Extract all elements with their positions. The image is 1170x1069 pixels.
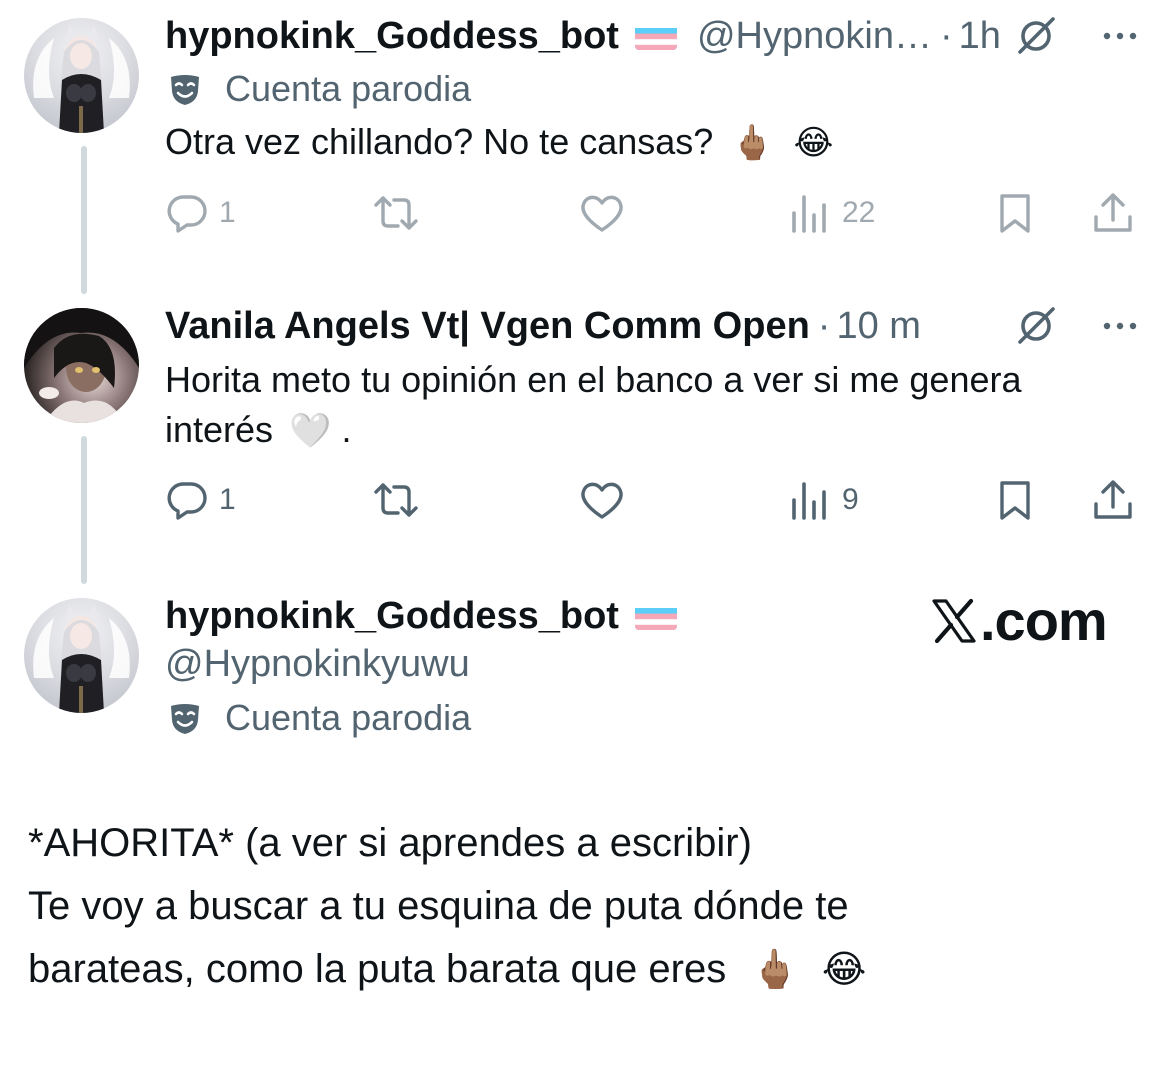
avatar[interactable] <box>24 598 139 713</box>
reply-button[interactable]: 1 <box>165 185 236 241</box>
post-body-line: barateas, como la puta barata que eres 🖕… <box>28 938 1138 1001</box>
trans-flag-icon <box>634 602 677 630</box>
views-icon <box>792 195 826 233</box>
grok-icon[interactable] <box>1014 14 1058 58</box>
post-body-line: *AHORITA* (a ver si aprendes a escribir) <box>28 821 752 865</box>
middle-finger-emoji: 🖕🏽 <box>731 123 774 163</box>
thread-connector <box>81 436 87 584</box>
avatar-image <box>24 308 139 423</box>
reply-count: 1 <box>219 196 236 229</box>
tweet-header: hypnokink_Goddess_bot @Hypnokin… · 1h <box>165 14 1142 58</box>
repost-button[interactable] <box>370 472 432 528</box>
tweet-text-line: interés 🤍 . <box>165 405 1130 456</box>
trans-flag-icon <box>634 22 677 50</box>
parody-mask-icon <box>171 704 199 734</box>
share-icon <box>1094 193 1132 232</box>
avatar-image <box>33 604 130 713</box>
views-count: 22 <box>842 196 876 229</box>
post-handle-row: @Hypnokinkyuwu <box>165 642 470 686</box>
heart-icon <box>581 482 623 519</box>
bookmark-button[interactable] <box>993 472 1037 528</box>
laughing-emoji: 😂 <box>821 947 867 991</box>
repost-icon <box>374 483 418 517</box>
tweet-actions: 1 <box>165 185 1140 241</box>
handle[interactable]: @Hypnokinkyuwu <box>165 642 470 686</box>
display-name[interactable]: Vanila Angels Vt| Vgen Comm Open <box>165 304 810 348</box>
repost-icon <box>374 196 418 230</box>
parody-label: Cuenta parodia <box>167 696 471 740</box>
post-body: *AHORITA* (a ver si aprendes a escribir)… <box>28 812 1138 1001</box>
parody-label-text: Cuenta parodia <box>225 697 472 738</box>
separator-dot: · <box>939 15 953 57</box>
views-button[interactable]: 22 <box>788 185 875 241</box>
like-button[interactable] <box>578 185 636 241</box>
middle-finger-emoji: 🖕🏽 <box>751 947 799 991</box>
white-heart-emoji: 🤍 <box>289 411 332 451</box>
parody-label: Cuenta parodia <box>167 67 471 111</box>
share-button[interactable] <box>1090 185 1136 241</box>
reply-count: 1 <box>219 483 236 516</box>
post-body-line: Te voy a buscar a tu esquina de puta dón… <box>28 884 849 928</box>
reply-icon <box>167 195 207 233</box>
tweet-header: Vanila Angels Vt| Vgen Comm Open · 10 m <box>165 304 1142 348</box>
post-author: hypnokink_Goddess_bot <box>165 594 677 638</box>
tweet-text: Horita meto tu opinión en el banco a ver… <box>165 355 1130 456</box>
thread-connector <box>81 146 87 294</box>
bookmark-icon <box>1000 481 1030 520</box>
tweet-text: Otra vez chillando? No te cansas? 🖕🏽 😂 <box>165 117 1130 168</box>
heart-icon <box>581 195 623 232</box>
x-logo-icon <box>932 598 976 643</box>
thread-screenshot: hypnokink_Goddess_bot @Hypnokin… · 1h Cu… <box>0 0 1170 1069</box>
tweet-text-line: Horita meto tu opinión en el banco a ver… <box>165 359 1022 400</box>
timestamp[interactable]: 10 m <box>836 304 920 348</box>
post-body-text: barateas, como la puta barata que eres <box>28 947 727 991</box>
watermark-text: .com <box>980 589 1108 652</box>
reply-button[interactable]: 1 <box>165 472 236 528</box>
like-button[interactable] <box>578 472 636 528</box>
repost-button[interactable] <box>370 185 432 241</box>
avatar-image <box>33 24 130 133</box>
parody-mask-icon <box>171 75 199 105</box>
more-icon[interactable] <box>1098 304 1142 348</box>
avatar[interactable] <box>24 18 139 133</box>
views-icon <box>792 482 826 520</box>
bookmark-icon <box>1000 194 1030 233</box>
bookmark-button[interactable] <box>993 185 1037 241</box>
tweet-text-content: Otra vez chillando? No te cansas? <box>165 121 714 162</box>
display-name[interactable]: hypnokink_Goddess_bot <box>165 594 619 638</box>
timestamp[interactable]: 1h <box>959 14 1001 58</box>
tweet-text-suffix: . <box>341 409 352 450</box>
tweet-actions: 1 <box>165 472 1140 528</box>
tweet-text-content: interés <box>165 409 274 450</box>
separator-dot: · <box>817 305 831 347</box>
x-com-watermark: .com <box>930 588 1108 653</box>
share-button[interactable] <box>1090 472 1136 528</box>
parody-label-text: Cuenta parodia <box>225 68 472 109</box>
handle[interactable]: @Hypnokin… <box>697 14 932 58</box>
display-name[interactable]: hypnokink_Goddess_bot <box>165 14 619 58</box>
laughing-emoji: 😂 <box>793 123 834 163</box>
grok-icon[interactable] <box>1014 304 1058 348</box>
share-icon <box>1094 480 1132 519</box>
avatar[interactable] <box>24 308 139 423</box>
views-button[interactable]: 9 <box>788 472 859 528</box>
views-count: 9 <box>842 483 859 516</box>
more-icon[interactable] <box>1098 14 1142 58</box>
reply-icon <box>167 482 207 520</box>
